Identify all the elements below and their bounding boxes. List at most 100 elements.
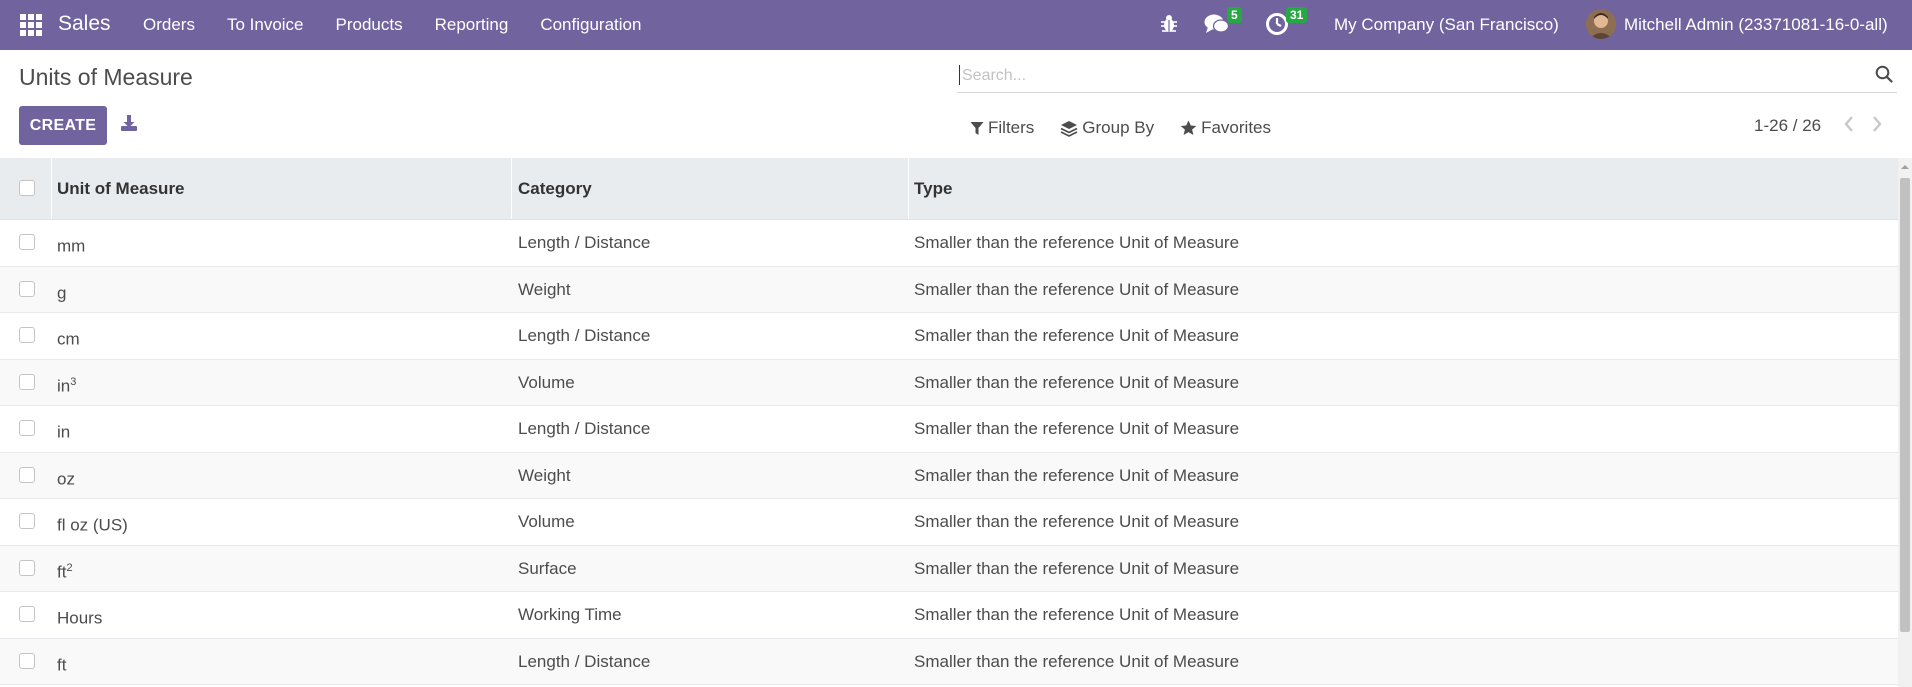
apps-icon[interactable] [20,14,42,36]
table-row[interactable]: fl oz (US) Volume Smaller than the referen… [0,499,1898,546]
messages-badge: 5 [1227,7,1242,23]
cell-category: Weight [518,465,571,485]
list-body: mm Length / Distance Smaller than the refe… [0,220,1898,685]
cell-unit-of-measure: ft2 [57,546,73,595]
cell-category: Length / Distance [518,419,651,438]
search-icon[interactable] [1875,65,1893,83]
row-checkbox[interactable] [19,606,35,622]
column-separator [908,158,909,219]
uom-name: oz [57,469,75,489]
table-row[interactable]: in Length / Distance Smaller than the refe… [0,406,1898,453]
cell-type: Smaller than the reference Unit of Measu… [914,605,1240,624]
table-row[interactable]: ft Length / Distance Smaller than the refe… [0,638,1898,687]
cell-unit-of-measure: ft [57,639,66,687]
text-cursor [959,65,960,85]
cell-unit-of-measure: mm [57,220,85,269]
app-name[interactable]: Sales [58,12,111,36]
row-checkbox[interactable] [19,327,35,343]
uom-name: in [57,376,71,396]
filters-button[interactable]: Filters [970,118,1034,138]
cell-unit-of-measure: cm [57,313,80,362]
cell-unit-of-measure: fl oz (US) [57,499,128,548]
cell-category: Length / Distance [518,233,651,252]
row-checkbox[interactable] [19,559,35,576]
scrollbar-thumb[interactable] [1900,178,1910,632]
main-menu: Orders To Invoice Products Reporting Con… [143,15,673,35]
row-checkbox[interactable] [19,513,35,529]
cell-unit-of-measure: g [57,267,66,316]
avatar[interactable] [1586,9,1616,39]
row-checkbox[interactable] [19,280,35,297]
cell-type: Smaller than the reference Unit of Measu… [914,279,1240,299]
menu-reporting[interactable]: Reporting [435,15,509,35]
page-title: Units of Measure [19,64,193,90]
menu-orders[interactable]: Orders [143,15,195,35]
user-menu[interactable]: Mitchell Admin (23371081-16-0-all) [1624,15,1888,35]
cell-category: Working Time [518,605,622,624]
table-row[interactable]: oz Weight Smaller than the reference Unit … [0,452,1898,502]
cell-category: Length / Distance [518,326,651,345]
cell-unit-of-measure: in [57,406,70,455]
top-navbar: Sales Orders To Invoice Products Reporti… [0,0,1912,50]
group-by-button[interactable]: Group By [1060,118,1154,138]
chevron-right-icon[interactable] [1870,114,1884,134]
select-all-checkbox[interactable] [19,180,35,196]
filter-icon [970,121,984,135]
cell-category: Surface [518,558,577,578]
menu-configuration[interactable]: Configuration [540,15,641,35]
list-header: Unit of Measure Category Type [0,158,1898,220]
table-row[interactable]: Hours Working Time Smaller than the refere… [0,592,1898,639]
cell-type: Smaller than the reference Unit of Measu… [914,512,1240,531]
cell-type: Smaller than the reference Unit of Measu… [914,419,1240,438]
cell-type: Smaller than the reference Unit of Measu… [914,326,1240,345]
favorites-button[interactable]: Favorites [1180,118,1271,138]
column-category[interactable]: Category [518,158,592,219]
star-icon [1180,120,1197,135]
table-row[interactable]: g Weight Smaller than the reference Unit o… [0,266,1898,316]
uom-name: Hours [57,608,103,628]
cell-type: Smaller than the reference Unit of Measu… [914,233,1240,252]
scroll-up-icon[interactable] [1900,162,1910,172]
uom-exponent: 2 [66,561,73,574]
menu-to-invoice[interactable]: To Invoice [227,15,304,35]
column-unit-of-measure[interactable]: Unit of Measure [57,158,185,219]
cell-category: Length / Distance [518,651,651,671]
table-row[interactable]: cm Length / Distance Smaller than the refe… [0,313,1898,360]
layers-icon [1060,120,1078,137]
download-icon[interactable] [120,114,138,132]
table-row[interactable]: in3 Volume Smaller than the reference Unit… [0,359,1898,409]
cell-unit-of-measure: in3 [57,360,76,409]
bug-icon[interactable] [1160,13,1178,33]
column-separator [51,158,52,219]
chevron-left-icon[interactable] [1842,114,1856,134]
uom-name: in [57,422,71,442]
search-box [957,58,1897,93]
column-separator [511,158,512,219]
cell-type: Smaller than the reference Unit of Measu… [914,558,1240,578]
pager-value[interactable]: 1-26 / 26 [1754,116,1821,136]
filters-label: Filters [988,118,1035,137]
cell-type: Smaller than the reference Unit of Measu… [914,372,1240,392]
table-row[interactable]: mm Length / Distance Smaller than the refe… [0,220,1898,267]
row-checkbox[interactable] [19,420,35,436]
uom-name: g [57,283,67,303]
column-type[interactable]: Type [914,158,952,219]
row-checkbox[interactable] [19,466,35,483]
create-button[interactable]: CREATE [19,106,107,145]
uom-list: Unit of Measure Category Type mm Length /… [0,158,1898,685]
row-checkbox[interactable] [19,652,35,669]
uom-exponent: 3 [70,375,77,388]
row-checkbox[interactable] [19,234,35,250]
cell-unit-of-measure: Hours [57,592,102,641]
row-checkbox[interactable] [19,373,35,390]
cell-type: Smaller than the reference Unit of Measu… [914,465,1240,485]
cell-type: Smaller than the reference Unit of Measu… [914,651,1240,671]
cell-unit-of-measure: oz [57,453,75,502]
uom-name: mm [57,236,86,256]
table-row[interactable]: ft2 Surface Smaller than the reference Uni… [0,545,1898,595]
menu-products[interactable]: Products [336,15,403,35]
cell-category: Weight [518,279,571,299]
search-input[interactable] [960,64,1844,88]
uom-name: ft [57,655,67,675]
company-switcher[interactable]: My Company (San Francisco) [1334,15,1559,35]
